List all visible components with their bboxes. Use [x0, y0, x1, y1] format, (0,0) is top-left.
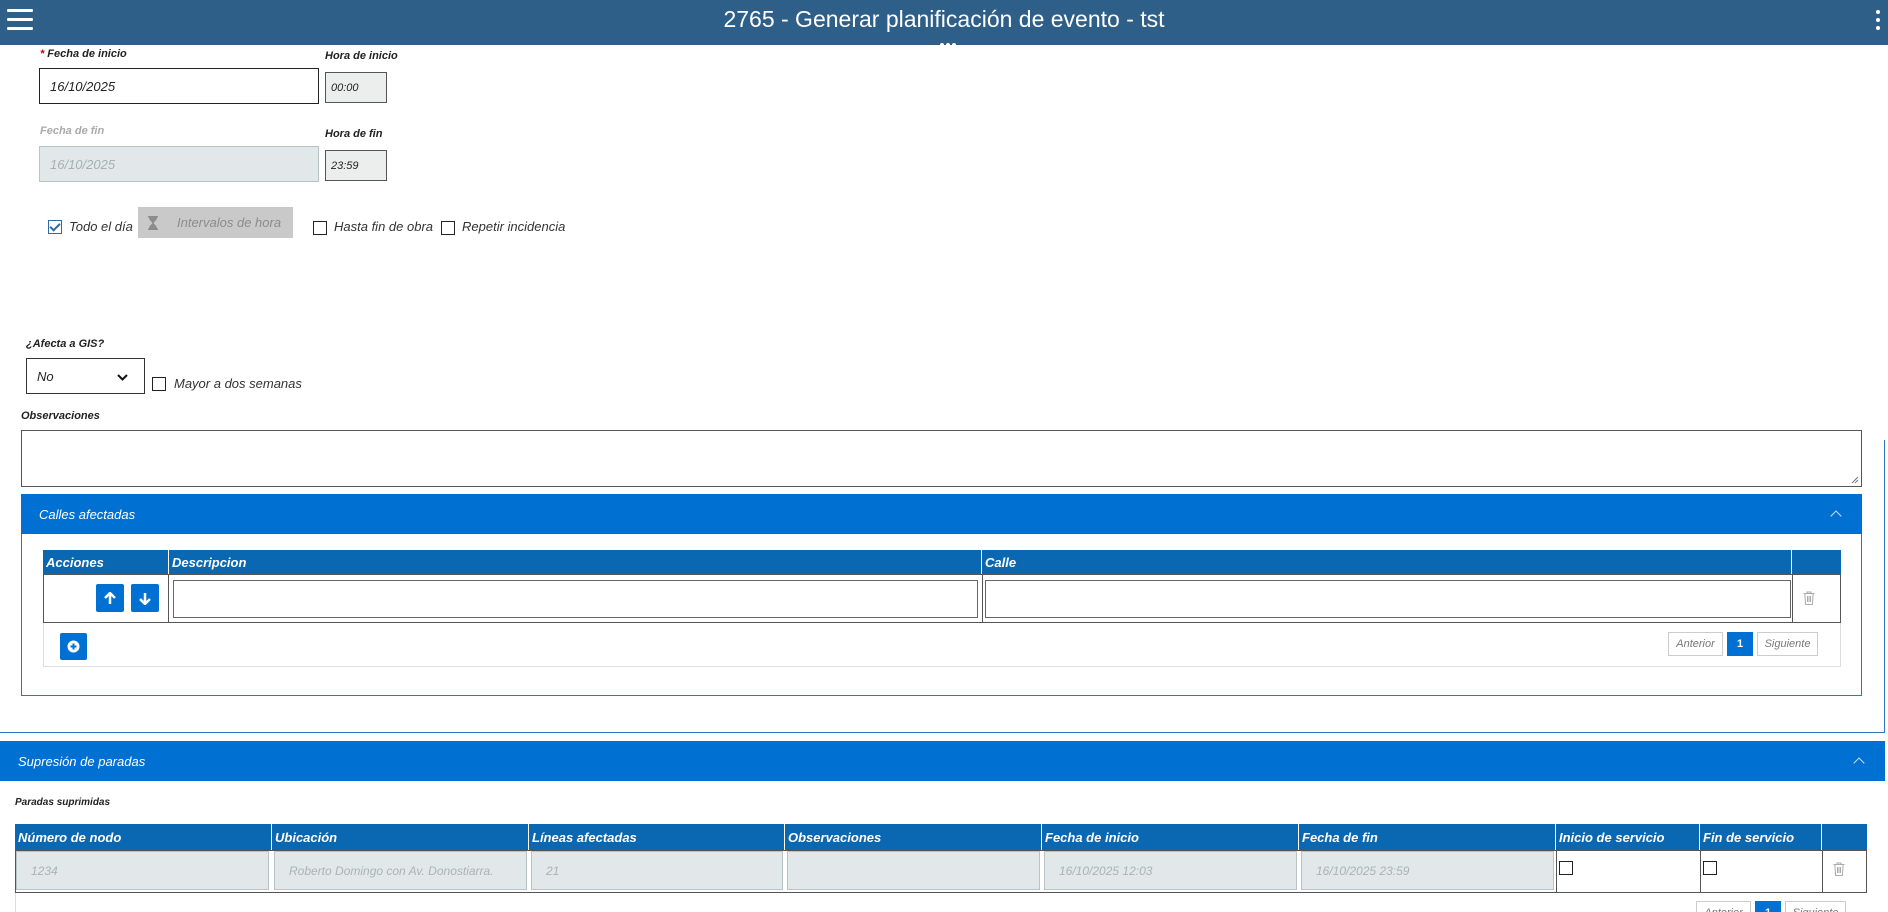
trash-icon[interactable] [1833, 862, 1845, 876]
trash-icon[interactable] [1803, 591, 1815, 605]
col-delete [1792, 550, 1841, 574]
pagination-page-1[interactable]: 1 [1727, 632, 1753, 656]
ubicacion-cell: Roberto Domingo con Av. Donostiarra. [274, 851, 527, 890]
supresion-paradas-title: Supresión de paradas [18, 753, 146, 769]
chevron-up-icon[interactable] [1830, 510, 1842, 522]
repetir-incidencia-checkbox[interactable] [441, 221, 455, 235]
move-down-button[interactable] [131, 584, 159, 612]
arrow-up-icon [104, 591, 116, 604]
fecha-inicio-value: 16/10/2025 [50, 78, 116, 94]
fecha-fin-value: 16/10/2025 [50, 156, 116, 172]
inicio-servicio-checkbox[interactable] [1559, 861, 1573, 875]
col-fin-servicio: Fin de servicio [1700, 824, 1822, 850]
numero-nodo-cell: 1234 [16, 851, 269, 890]
col-lineas-afectadas: Líneas afectadas [529, 824, 785, 850]
column-divider [1822, 850, 1823, 893]
move-up-button[interactable] [96, 584, 124, 612]
todo-el-dia-label: Todo el día [69, 219, 133, 234]
fecha-fin-input: 16/10/2025 [39, 146, 319, 182]
calles-afectadas-header[interactable]: Calles afectadas [21, 494, 1862, 534]
hora-fin-value: 23:59 [331, 159, 359, 172]
calles-afectadas-title: Calles afectadas [39, 506, 136, 522]
hora-fin-input[interactable]: 23:59 [325, 150, 387, 181]
afecta-gis-select[interactable]: No [26, 358, 145, 394]
page-title: 2765 - Generar planificación de evento -… [723, 6, 1165, 32]
pagination-next[interactable]: Siguiente [1757, 632, 1818, 656]
todo-el-dia-checkbox[interactable] [48, 220, 62, 234]
app-header: 2765 - Generar planificación de evento -… [0, 0, 1888, 47]
table-border [15, 893, 16, 912]
plus-circle-icon [67, 640, 80, 653]
pagination-prev[interactable]: Anterior [1696, 901, 1751, 912]
intervalos-hora-label: Intervalos de hora [177, 215, 282, 230]
hora-inicio-label: Hora de inicio [325, 50, 398, 62]
fecha-fin-label: Fecha de fin [40, 125, 105, 137]
hora-inicio-value: 00:00 [331, 81, 359, 94]
hasta-fin-obra-checkbox[interactable] [313, 221, 327, 235]
fecha-inicio-input[interactable]: 16/10/2025 [39, 68, 319, 104]
afecta-gis-label: ¿Afecta a GIS? [26, 338, 105, 350]
paradas-suprimidas-label: Paradas suprimidas [15, 797, 111, 808]
hasta-fin-obra-label: Hasta fin de obra [334, 219, 434, 234]
col-ubicacion: Ubicación [272, 824, 529, 850]
descripcion-input[interactable] [173, 580, 978, 618]
column-divider [1792, 574, 1793, 623]
column-divider [1700, 850, 1701, 893]
col-acciones: Acciones [43, 550, 169, 574]
fin-servicio-checkbox[interactable] [1703, 861, 1717, 875]
kebab-menu-icon[interactable] [1876, 10, 1882, 34]
col-descripcion: Descripcion [169, 550, 982, 574]
intervalos-hora-button[interactable]: Intervalos de hora [138, 207, 293, 238]
fecha-fin-cell: 16/10/2025 23:59 [1301, 851, 1554, 890]
repetir-incidencia-label: Repetir incidencia [462, 219, 566, 234]
column-divider [168, 574, 169, 623]
col-calle: Calle [982, 550, 1792, 574]
add-row-button[interactable] [60, 633, 87, 660]
pagination-next[interactable]: Siguiente [1785, 901, 1846, 912]
hora-fin-label: Hora de fin [325, 128, 383, 140]
observaciones-cell [787, 851, 1040, 890]
col-fecha-fin: Fecha de fin [1299, 824, 1556, 850]
col-fecha-inicio: Fecha de inicio [1042, 824, 1299, 850]
supresion-paradas-header[interactable]: Supresión de paradas [0, 741, 1885, 781]
column-divider [982, 574, 983, 623]
col-numero-nodo: Número de nodo [15, 824, 272, 850]
mayor-dos-semanas-checkbox[interactable] [152, 377, 166, 391]
fecha-inicio-cell: 16/10/2025 12:03 [1044, 851, 1297, 890]
col-observaciones: Observaciones [785, 824, 1042, 850]
afecta-gis-value: No [37, 368, 54, 384]
hora-inicio-input[interactable]: 00:00 [325, 72, 387, 103]
chevron-up-icon[interactable] [1853, 757, 1865, 769]
pagination-prev[interactable]: Anterior [1668, 632, 1723, 656]
column-divider [1556, 850, 1557, 893]
observaciones-label: Observaciones [21, 410, 100, 422]
calle-input[interactable] [985, 580, 1791, 618]
mayor-dos-semanas-label: Mayor a dos semanas [174, 376, 302, 391]
lineas-afectadas-cell: 21 [531, 851, 783, 890]
col-delete [1822, 824, 1867, 850]
arrow-down-icon [139, 592, 151, 605]
col-inicio-servicio: Inicio de servicio [1556, 824, 1700, 850]
fecha-inicio-label: * Fecha de inicio [40, 48, 127, 60]
chevron-down-icon [117, 374, 128, 381]
hourglass-icon [148, 216, 158, 230]
pagination-page-1[interactable]: 1 [1755, 901, 1781, 912]
more-horizontal-icon[interactable] [940, 34, 960, 47]
